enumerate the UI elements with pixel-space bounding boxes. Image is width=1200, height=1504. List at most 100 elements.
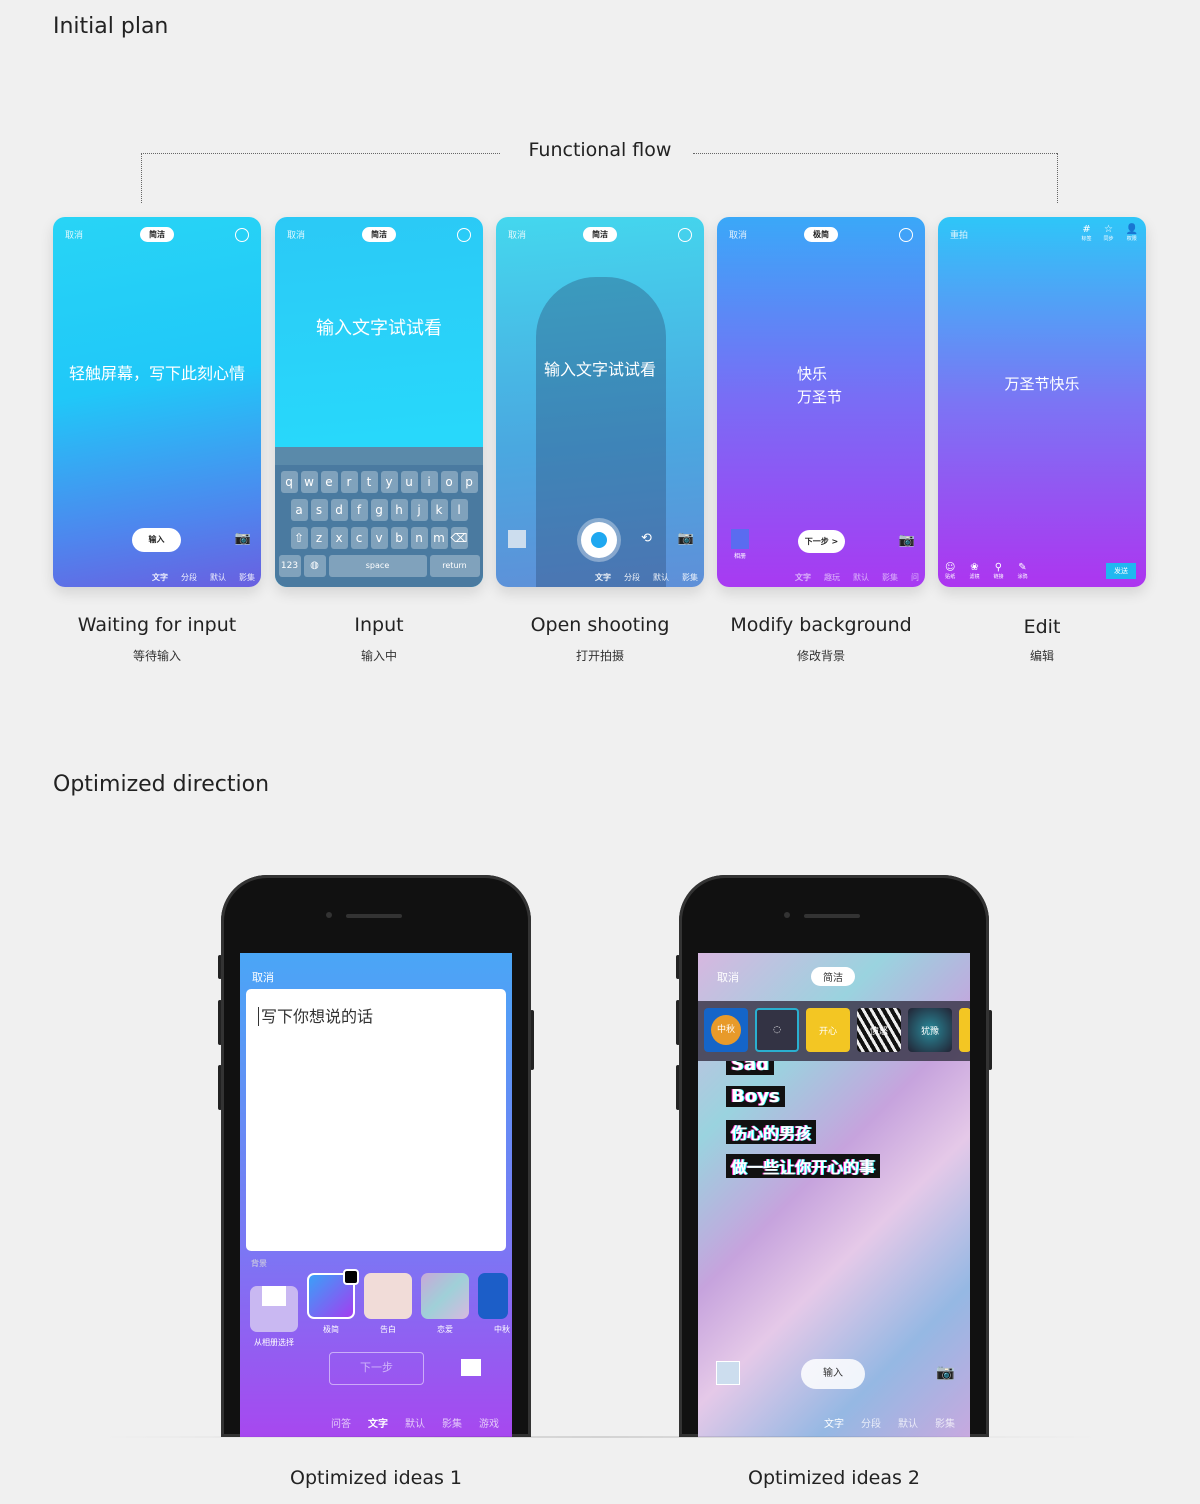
tab[interactable]: 默认 (210, 572, 226, 583)
input-button[interactable]: 输入 (132, 528, 181, 552)
key[interactable]: e (320, 471, 338, 493)
background-option[interactable]: 中秋 (478, 1273, 512, 1348)
key[interactable]: m (430, 527, 448, 549)
tab[interactable]: 默认 (898, 1415, 918, 1430)
text-input-area[interactable]: 写下你想说的话 (246, 989, 506, 1251)
key[interactable]: o (440, 471, 458, 493)
background-option[interactable]: 恋爱 (421, 1273, 469, 1348)
flip-camera-icon[interactable]: ⟲ (641, 531, 652, 546)
key[interactable]: s (310, 499, 328, 521)
permission-icon[interactable]: 👤 权限 (1126, 224, 1138, 242)
key[interactable]: v (370, 527, 388, 549)
key[interactable]: i (420, 471, 438, 493)
key[interactable]: a (290, 499, 308, 521)
tab[interactable]: 问 (911, 572, 919, 583)
circle-icon[interactable] (235, 228, 249, 242)
template-thumb[interactable] (959, 1008, 970, 1052)
key[interactable]: x (330, 527, 348, 549)
key[interactable]: b (390, 527, 408, 549)
key[interactable]: u (400, 471, 418, 493)
cancel-button[interactable]: 取消 (252, 969, 274, 985)
prompt-text[interactable]: 输入文字试试看 (275, 314, 483, 340)
tab[interactable]: 分段 (181, 572, 197, 583)
key[interactable]: c (350, 527, 368, 549)
key[interactable]: h (390, 499, 408, 521)
background-option[interactable]: 告白 (364, 1273, 412, 1348)
text-block[interactable]: 伤心的男孩 (726, 1120, 817, 1144)
tab[interactable]: 文字 (152, 572, 168, 583)
background-option[interactable]: 从相册选择 (250, 1273, 298, 1348)
doodle-icon[interactable]: ✎ 涂鸦 (1017, 562, 1027, 580)
template-thumb[interactable]: 犹豫 (908, 1008, 952, 1052)
key[interactable]: z (310, 527, 328, 549)
tab[interactable]: 影集 (882, 572, 898, 583)
shutter-button[interactable] (581, 522, 617, 558)
template-thumb[interactable]: 开心 (806, 1008, 850, 1052)
cancel-button[interactable]: 取消 (717, 969, 739, 985)
send-button[interactable]: 发送 (1106, 563, 1136, 579)
tab[interactable]: 文字 (795, 572, 811, 583)
key[interactable]: g (370, 499, 388, 521)
key[interactable]: l (450, 499, 468, 521)
sticker-icon[interactable]: ☺ 贴纸 (945, 562, 955, 580)
key[interactable]: t (360, 471, 378, 493)
style-pill[interactable]: 极简 (804, 227, 838, 242)
tab[interactable]: 问答 (331, 1415, 351, 1430)
style-pill[interactable]: 简洁 (811, 967, 855, 986)
tab[interactable]: 影集 (682, 572, 698, 583)
tab[interactable]: 趣玩 (824, 572, 840, 583)
tab[interactable]: 分段 (861, 1415, 881, 1430)
retake-button[interactable]: 重拍 (950, 228, 968, 241)
album-thumbnail[interactable] (731, 529, 749, 549)
template-thumb[interactable]: 愤怒 (857, 1008, 901, 1052)
tab[interactable]: 影集 (442, 1415, 462, 1430)
tab[interactable]: 影集 (239, 572, 255, 583)
key-return[interactable]: return (429, 555, 480, 577)
template-thumb-loading[interactable]: ◌ (755, 1008, 799, 1052)
camera-icon[interactable]: 📷 (936, 1363, 955, 1381)
tab[interactable]: 游戏 (479, 1415, 499, 1430)
card-text[interactable]: 快乐 万圣节 (797, 363, 842, 409)
key[interactable]: n (410, 527, 428, 549)
style-pill[interactable]: 简洁 (583, 227, 617, 242)
prompt-text[interactable]: 输入文字试试看 (496, 356, 704, 380)
tag-icon[interactable]: # 标签 (1082, 224, 1092, 242)
key[interactable]: p (460, 471, 478, 493)
tab[interactable]: 分段 (624, 572, 640, 583)
key-123[interactable]: 123 (278, 555, 301, 577)
square-icon[interactable] (461, 1359, 481, 1376)
template-thumb[interactable]: 中秋 (704, 1008, 748, 1052)
camera-icon[interactable]: 📷 (899, 533, 915, 548)
key[interactable]: j (410, 499, 428, 521)
tab[interactable]: 文字 (368, 1415, 388, 1430)
key[interactable]: f (350, 499, 368, 521)
globe-icon[interactable]: ◍ (303, 555, 326, 577)
key[interactable]: w (300, 471, 318, 493)
circle-icon[interactable] (678, 228, 692, 242)
text-block[interactable]: Sad (726, 1061, 774, 1075)
prompt-text[interactable]: 轻触屏幕，写下此刻心情 (53, 360, 261, 384)
key[interactable]: k (430, 499, 448, 521)
circle-icon[interactable] (457, 228, 471, 242)
cancel-button[interactable]: 取消 (729, 228, 747, 241)
gallery-thumbnail[interactable] (716, 1361, 740, 1385)
next-button[interactable]: 下一步 > (798, 530, 845, 553)
card-text[interactable]: 万圣节快乐 (938, 373, 1146, 394)
tab[interactable]: 默认 (653, 572, 669, 583)
tab[interactable]: 默认 (405, 1415, 425, 1430)
text-block[interactable]: Boys (726, 1086, 785, 1107)
tab[interactable]: 影集 (935, 1415, 955, 1430)
cancel-button[interactable]: 取消 (65, 228, 83, 241)
style-pill[interactable]: 简洁 (140, 227, 174, 242)
tab[interactable]: 默认 (853, 572, 869, 583)
gallery-thumbnail[interactable] (508, 530, 526, 548)
style-pill[interactable]: 简洁 (362, 227, 396, 242)
background-option[interactable]: 极简 (307, 1269, 359, 1348)
cancel-button[interactable]: 取消 (287, 228, 305, 241)
key-space[interactable]: space (328, 555, 427, 577)
text-block[interactable]: 做一些让你开心的事 (726, 1154, 881, 1178)
tab[interactable]: 文字 (595, 572, 611, 583)
circle-icon[interactable] (899, 228, 913, 242)
key[interactable]: q (280, 471, 298, 493)
key[interactable]: d (330, 499, 348, 521)
